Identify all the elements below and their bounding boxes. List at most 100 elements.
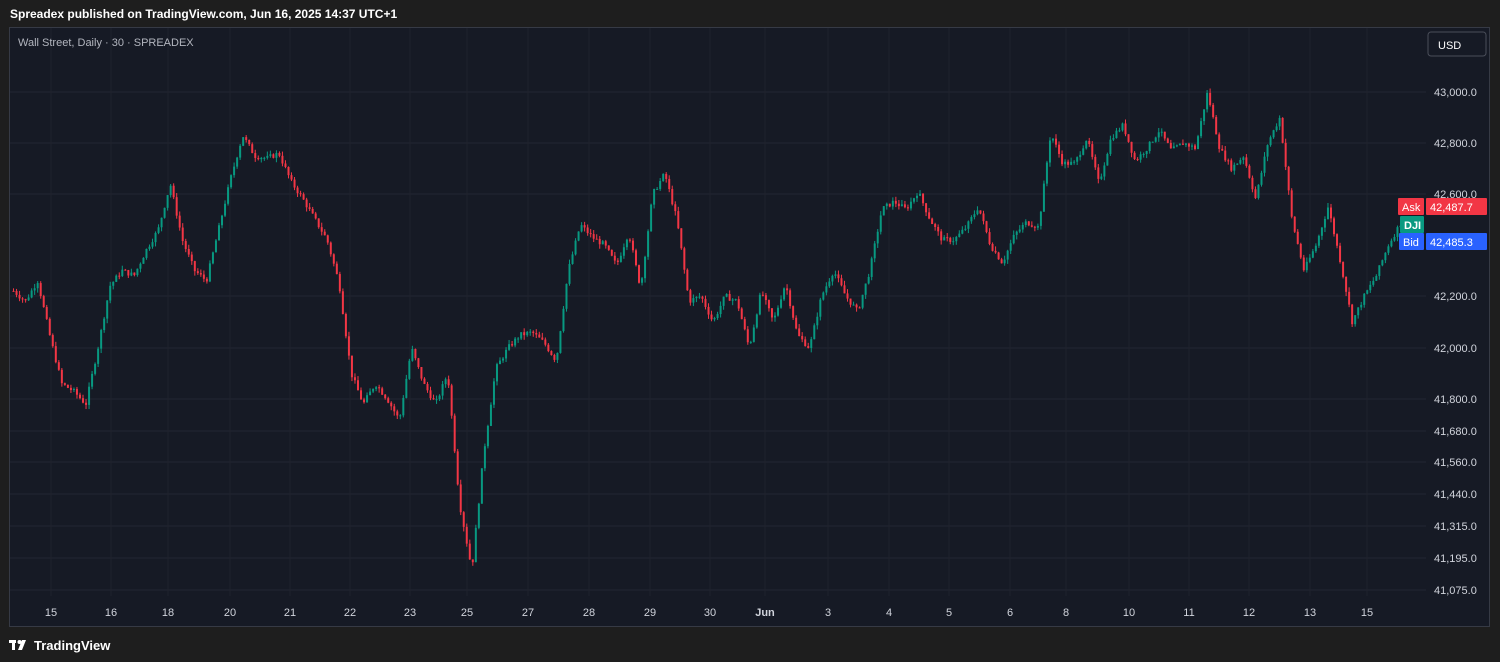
candle-body [1351,304,1354,325]
candle-body [967,221,970,229]
candle-body [1112,138,1115,140]
candle-body [783,288,786,300]
candle-body [722,296,725,306]
candle-body [1187,143,1190,147]
candle-body [124,269,127,271]
candle-body [1021,224,1024,230]
candle-body [344,313,347,337]
candle-body [184,241,187,249]
candle-body [550,351,553,355]
candle-body [1142,154,1145,156]
candle-body [1160,131,1163,133]
candle-body [145,248,148,258]
candle-body [45,307,48,319]
candle-body [529,331,532,333]
candle-body [946,237,949,239]
candle-body [622,247,625,256]
candle-body [1115,130,1118,139]
time-tick-label: 15 [45,607,57,619]
candle-body [1088,140,1091,145]
candle-body [1184,143,1187,145]
candle-body [616,260,619,262]
candle-body [239,145,242,158]
candle-body [1067,161,1070,165]
candle-body [360,390,363,400]
footer-bar: TradingView [0,628,1500,662]
candle-body [236,157,239,167]
candle-body [1336,234,1339,246]
candle-body [1381,260,1384,266]
currency-label[interactable]: USD [1438,40,1461,52]
candle-body [257,157,260,160]
candle-body [260,158,263,160]
candle-body [795,317,798,329]
candle-body [1275,126,1278,131]
candle-body [916,195,919,199]
time-tick-label: 29 [644,607,656,619]
candle-body [329,242,332,255]
candle-body [583,225,586,228]
candle-body [30,290,33,298]
tradingview-logo[interactable]: TradingView [9,638,110,653]
candle-body [1197,136,1200,149]
candle-body [1039,211,1042,226]
candle-body [1221,148,1224,151]
candle-body [502,358,505,361]
candle-body [858,307,861,309]
candle-body [1061,153,1064,165]
candle-body [85,402,88,405]
candle-body [698,296,701,298]
candle-body [72,388,75,391]
candle-body [937,226,940,232]
candle-body [846,293,849,299]
candle-body [1239,160,1242,164]
candle-body [665,173,668,179]
candle-body [221,215,224,226]
price-chart[interactable]: 43,000.042,800.042,600.042,200.042,000.0… [10,28,1489,626]
price-tick-label: 41,560.0 [1434,457,1477,469]
candle-body [716,314,719,319]
candle-body [813,325,816,340]
candle-body [786,288,789,291]
candle-body [224,203,227,216]
candle-body [82,398,85,403]
candle-body [356,380,359,391]
candle-body [133,272,136,276]
candle-body [613,255,616,261]
candle-body [190,254,193,262]
chart-container[interactable]: 43,000.0 42,800.0 42,600.0 42,200.0 42,000.0… [9,27,1490,627]
candle-body [900,204,903,207]
candle-body [471,559,474,563]
price-axis: 43,000.042,800.042,600.042,200.042,000.0… [1434,87,1477,597]
candle-body [1369,284,1372,291]
candle-body [414,348,417,359]
candle-body [42,296,45,308]
candle-body [1236,163,1239,165]
candle-body [24,299,27,301]
candle-body [943,237,946,241]
candle-body [1169,142,1172,149]
candle-body [713,318,716,320]
candle-body [1178,143,1181,146]
candle-body [562,308,565,332]
candle-body [1203,109,1206,122]
candle-body [961,229,964,234]
time-tick-label: 15 [1361,607,1373,619]
candle-body [912,198,915,202]
candle-body [275,152,278,158]
candle-body [1166,138,1169,143]
candle-body [1190,145,1193,147]
candle-body [193,261,196,272]
candle-body [350,355,353,378]
candle-body [928,212,931,219]
candle-body [492,381,495,405]
candle-body [438,395,441,400]
candle-body [60,369,63,384]
candle-body [634,250,637,266]
candle-body [719,305,722,315]
candle-body [819,299,822,317]
currency-button[interactable]: USD [1427,31,1487,57]
candle-body [36,283,39,289]
candle-body [293,179,296,188]
candle-body [592,234,595,239]
